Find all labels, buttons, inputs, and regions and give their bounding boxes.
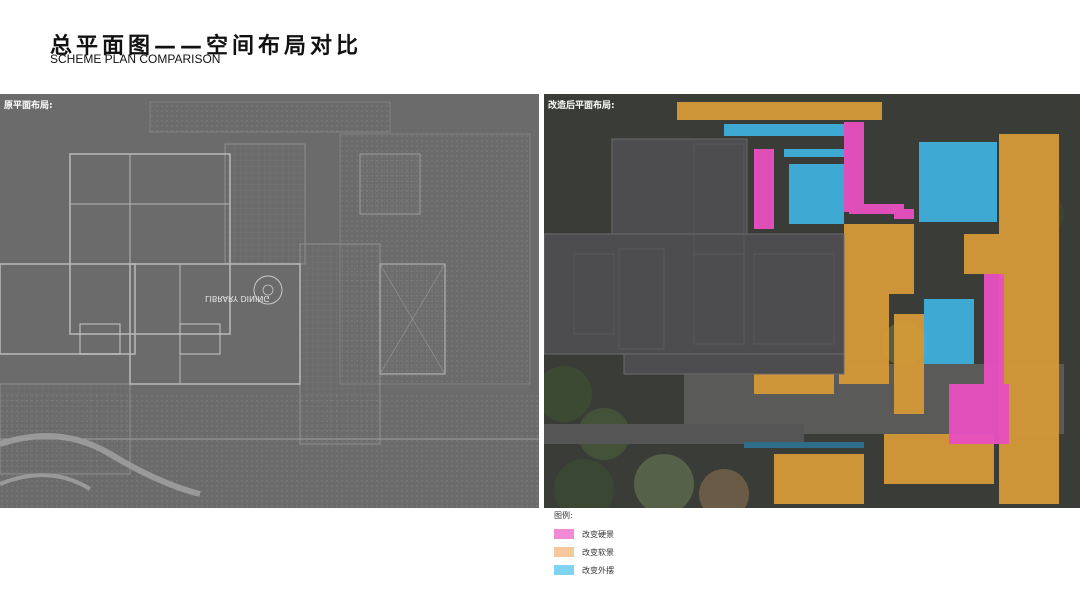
legend-title: 图例: bbox=[554, 511, 573, 520]
legend-label: 改变外摆 bbox=[582, 565, 614, 575]
renovated-plan-drawing bbox=[544, 94, 1080, 508]
original-plan-label: 原平面布局: bbox=[4, 101, 53, 111]
legend-label: 改变硬景 bbox=[582, 529, 614, 539]
plan-room-label: LIBRARY DINING bbox=[205, 294, 270, 303]
legend-swatch-orange bbox=[554, 547, 574, 557]
legend-item-hardscape: 改变硬景 bbox=[554, 525, 614, 543]
legend-label: 改变软景 bbox=[582, 547, 614, 557]
page-subtitle: SCHEME PLAN COMPARISON bbox=[50, 52, 221, 66]
legend-swatch-pink bbox=[554, 529, 574, 539]
legend-swatch-blue bbox=[554, 565, 574, 575]
legend-item-softscape: 改变软景 bbox=[554, 543, 614, 561]
legend: 图例: 改变硬景 改变软景 改变外摆 bbox=[554, 510, 614, 579]
renovated-plan-panel: 改造后平面布局: bbox=[544, 94, 1080, 508]
original-plan-drawing: LIBRARY DINING bbox=[0, 94, 539, 508]
original-plan-panel: 原平面布局: LIBRARY DINING bbox=[0, 94, 539, 508]
renovated-plan-label: 改造后平面布局: bbox=[548, 101, 615, 111]
legend-item-outdoor: 改变外摆 bbox=[554, 561, 614, 579]
